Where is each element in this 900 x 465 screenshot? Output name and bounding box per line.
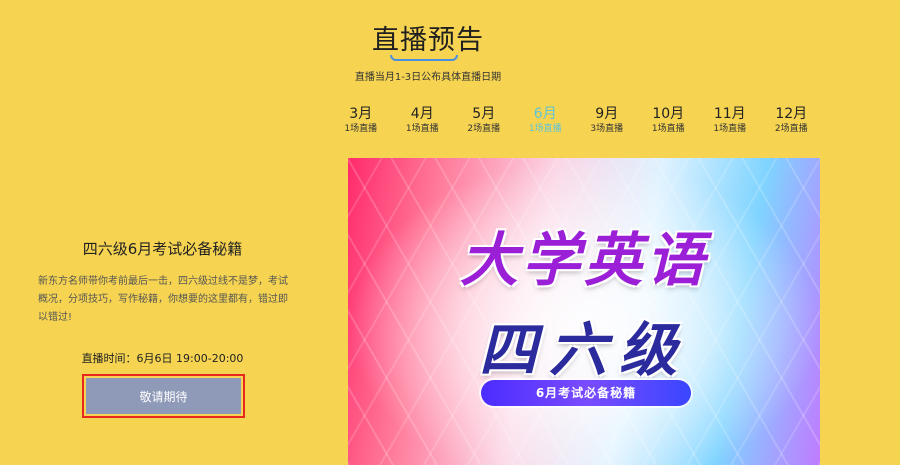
event-banner-image: 大学英语 四六级 6月考试必备秘籍 [348, 158, 820, 465]
month-count: 1场直播 [528, 124, 562, 134]
event-description: 新东方名师带你考前最后一击，四六级过线不是梦，考试概况，分项技巧，写作秘籍，你想… [38, 276, 288, 323]
month-label: 12月 [775, 106, 808, 122]
banner-pill-label: 6月考试必备秘籍 [481, 380, 691, 406]
button-highlight-frame: 敬请期待 [82, 374, 245, 418]
month-count: 1场直播 [405, 124, 439, 134]
month-label: 3月 [349, 106, 373, 122]
month-count: 3场直播 [590, 124, 624, 134]
month-count: 2场直播 [467, 124, 501, 134]
month-count: 1场直播 [651, 124, 685, 134]
banner-headline: 大学英语 [459, 226, 708, 294]
tab-month-5[interactable]: 5月 2场直播 [453, 106, 515, 136]
title-underline [390, 55, 458, 61]
tab-month-9[interactable]: 9月 3场直播 [576, 106, 638, 136]
tab-month-11[interactable]: 11月 1场直播 [699, 106, 761, 136]
page-subtitle: 直播当月1-3日公布具体直播日期 [354, 72, 502, 83]
month-count: 1场直播 [344, 124, 378, 134]
month-label: 5月 [472, 106, 496, 122]
month-label: 9月 [595, 106, 619, 122]
month-count: 1场直播 [713, 124, 747, 134]
month-count: 2场直播 [774, 124, 808, 134]
month-label: 10月 [652, 106, 685, 122]
event-title: 四六级6月考试必备秘籍 [82, 240, 243, 258]
stay-tuned-button[interactable]: 敬请期待 [86, 378, 241, 414]
tab-month-3[interactable]: 3月 1场直播 [330, 106, 392, 136]
page-title: 直播预告 [372, 25, 484, 56]
tab-month-10[interactable]: 10月 1场直播 [638, 106, 700, 136]
tab-month-6[interactable]: 6月 1场直播 [515, 106, 577, 136]
month-label: 6月 [533, 106, 557, 122]
tab-month-4[interactable]: 4月 1场直播 [392, 106, 454, 136]
month-tabs: 3月 1场直播 4月 1场直播 5月 2场直播 6月 1场直播 9月 3场直播 … [330, 106, 822, 136]
month-label: 4月 [410, 106, 434, 122]
month-label: 11月 [713, 106, 746, 122]
banner-subheadline: 四六级 [478, 316, 689, 384]
tab-month-12[interactable]: 12月 2场直播 [761, 106, 823, 136]
event-time: 直播时间：6月6日 19:00-20:00 [81, 352, 244, 365]
